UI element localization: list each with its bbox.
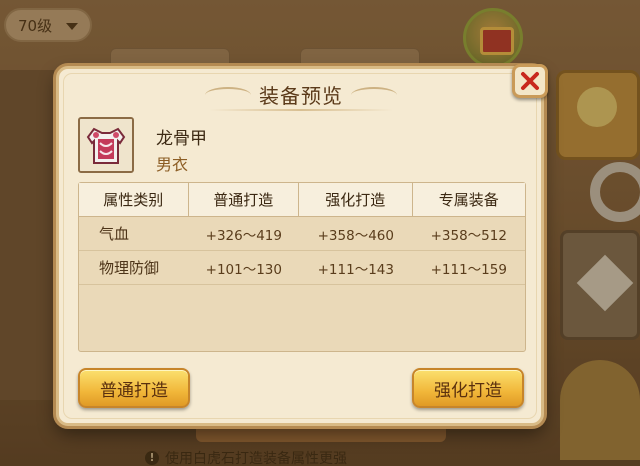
attribute-value: +358～512: [430, 227, 507, 244]
table-row: 气血 +326～419 +358～460 +358～512: [79, 217, 525, 251]
stats-table: 属性类别 普通打造 强化打造 专属装备 气血 +326～419 +358～460…: [78, 182, 526, 352]
equipment-preview-dialog: 装备预览 龙骨甲 男衣 属性类别 普通打造 强化打造 专属装备 气血 +326～…: [56, 66, 544, 426]
enhanced-forge-button[interactable]: 强化打造: [412, 368, 524, 408]
column-header: 属性类别: [79, 183, 189, 216]
armor-icon: [78, 117, 134, 173]
attribute-value: +358～460: [317, 227, 394, 244]
attribute-value: +111～143: [317, 261, 394, 278]
attribute-value: +326～419: [205, 227, 282, 244]
column-header: 专属装备: [438, 191, 499, 209]
attribute-value: +111～159: [430, 261, 507, 278]
item-type: 男衣: [156, 155, 189, 174]
cloud-ornament-icon: [205, 87, 251, 103]
normal-forge-button[interactable]: 普通打造: [78, 368, 190, 408]
close-x-icon: [521, 72, 539, 90]
title-divider: [209, 109, 393, 111]
attribute-label: 气血: [99, 225, 130, 243]
table-row: 物理防御 +101～130 +111～143 +111～159: [79, 251, 525, 285]
dialog-title-bar: 装备预览: [199, 77, 403, 111]
column-header: 普通打造: [189, 183, 300, 216]
attribute-label: 物理防御: [99, 259, 160, 277]
cloud-ornament-icon: [351, 87, 397, 103]
column-header: 强化打造: [299, 183, 413, 216]
close-button[interactable]: [512, 64, 548, 98]
attribute-value: +101～130: [205, 261, 282, 278]
table-header: 属性类别 普通打造 强化打造 专属装备: [79, 183, 525, 217]
item-name: 龙骨甲: [156, 129, 207, 149]
dialog-title: 装备预览: [259, 83, 343, 108]
